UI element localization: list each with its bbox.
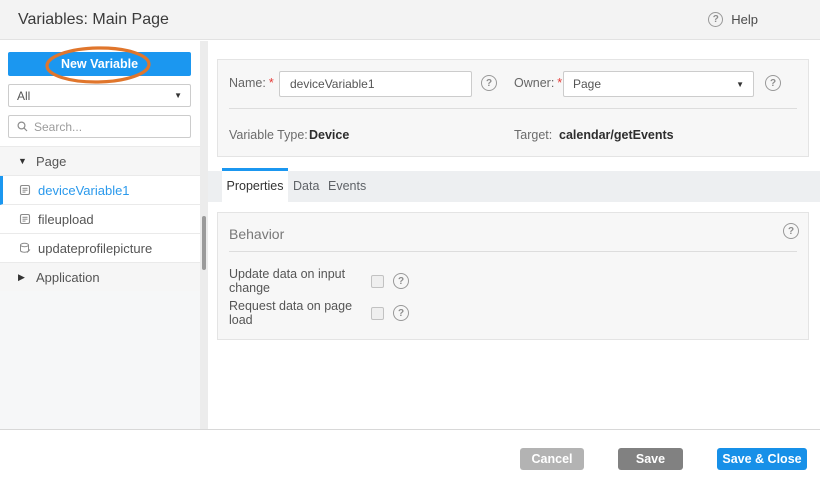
request-data-checkbox[interactable] <box>371 307 384 320</box>
target-label: Target: <box>514 128 552 142</box>
name-label: Name:* <box>229 76 274 90</box>
dialog-header: Variables: Main Page ? Help <box>0 0 820 40</box>
device-variable-icon <box>19 184 31 196</box>
page-title: Variables: Main Page <box>18 11 169 29</box>
save-and-close-button[interactable]: Save & Close <box>717 448 807 470</box>
tree-group-label[interactable]: Page <box>36 154 66 169</box>
option-row-request-data: Request data on page load ? <box>229 305 797 321</box>
tree-group-page[interactable]: ▼ Page <box>0 147 200 176</box>
tree-item-label[interactable]: updateprofilepicture <box>38 241 152 256</box>
device-variable-icon <box>19 213 31 225</box>
caret-down-icon[interactable]: ▼ <box>18 156 28 166</box>
search-icon <box>17 121 28 132</box>
required-asterisk: * <box>557 76 562 90</box>
tree-group-application[interactable]: ▶ Application <box>0 263 200 292</box>
live-variable-icon <box>19 242 31 254</box>
owner-label: Owner:* <box>514 76 562 90</box>
detail-tab-bar: Properties Data Events <box>208 171 820 202</box>
tree-item-fileupload[interactable]: fileupload <box>0 205 200 234</box>
sidebar-scrollbar-track[interactable] <box>200 41 208 429</box>
tree-item-label[interactable]: fileupload <box>38 212 94 227</box>
update-data-checkbox[interactable] <box>371 275 384 288</box>
option-row-update-data: Update data on input change ? <box>229 273 797 289</box>
update-data-label: Update data on input change <box>229 267 371 295</box>
footer-button-group: Cancel Save Save & Close <box>520 448 807 470</box>
required-asterisk: * <box>269 76 274 90</box>
tree-item-label[interactable]: deviceVariable1 <box>38 183 130 198</box>
tree-item-devicevariable1[interactable]: deviceVariable1 <box>0 176 200 205</box>
save-button[interactable]: Save <box>618 448 683 470</box>
tab-events[interactable]: Events <box>328 171 366 202</box>
target-value: calendar/getEvents <box>559 128 674 142</box>
owner-selected-value: Page <box>573 77 601 91</box>
behavior-help-icon[interactable]: ? <box>783 223 799 239</box>
variables-dialog: Variables: Main Page ? Help New Variable… <box>0 0 820 486</box>
help-question-icon[interactable]: ? <box>708 12 723 27</box>
behavior-section-title: Behavior <box>229 226 284 242</box>
filter-selected-value: All <box>17 89 30 103</box>
owner-select[interactable]: Page ▼ <box>563 71 754 97</box>
dialog-footer: Cancel Save Save & Close <box>0 430 820 486</box>
variables-sidebar: New Variable All ▼ ▼ Page <box>0 41 208 429</box>
sidebar-scrollbar-thumb[interactable] <box>202 216 206 270</box>
variable-summary-panel: Name:* ? Owner:* Page ▼ ? Variable Type:… <box>217 59 809 157</box>
behavior-divider <box>229 251 797 252</box>
variable-type-value: Device <box>309 128 349 142</box>
name-field[interactable] <box>279 71 472 97</box>
variables-tree: ▼ Page deviceVariable1 <box>0 146 200 292</box>
variable-type-label: Variable Type: <box>229 128 308 142</box>
variable-detail-panel: Name:* ? Owner:* Page ▼ ? Variable Type:… <box>208 41 820 429</box>
sidebar-empty-area <box>0 291 200 429</box>
dropdown-arrow-icon: ▼ <box>174 91 182 100</box>
variable-filter-select[interactable]: All ▼ <box>8 84 191 107</box>
tab-properties[interactable]: Properties <box>222 171 288 202</box>
search-input[interactable] <box>34 120 182 134</box>
request-data-label: Request data on page load <box>229 299 371 327</box>
dropdown-arrow-icon: ▼ <box>736 80 744 89</box>
caret-right-icon[interactable]: ▶ <box>18 272 28 283</box>
form-divider <box>229 108 797 109</box>
variable-search-box[interactable] <box>8 115 191 138</box>
request-data-help-icon[interactable]: ? <box>393 305 409 321</box>
name-help-icon[interactable]: ? <box>481 75 497 91</box>
behavior-section: Behavior ? Update data on input change ?… <box>217 212 809 340</box>
owner-help-icon[interactable]: ? <box>765 75 781 91</box>
tree-group-label[interactable]: Application <box>36 270 100 285</box>
new-variable-button[interactable]: New Variable <box>8 52 191 76</box>
update-data-help-icon[interactable]: ? <box>393 273 409 289</box>
help-link[interactable]: ? Help <box>708 12 758 27</box>
active-tab-indicator <box>222 168 288 171</box>
help-label[interactable]: Help <box>731 12 758 27</box>
tab-data[interactable]: Data <box>293 171 319 202</box>
tree-item-updateprofilepicture[interactable]: updateprofilepicture <box>0 234 200 263</box>
cancel-button[interactable]: Cancel <box>520 448 584 470</box>
